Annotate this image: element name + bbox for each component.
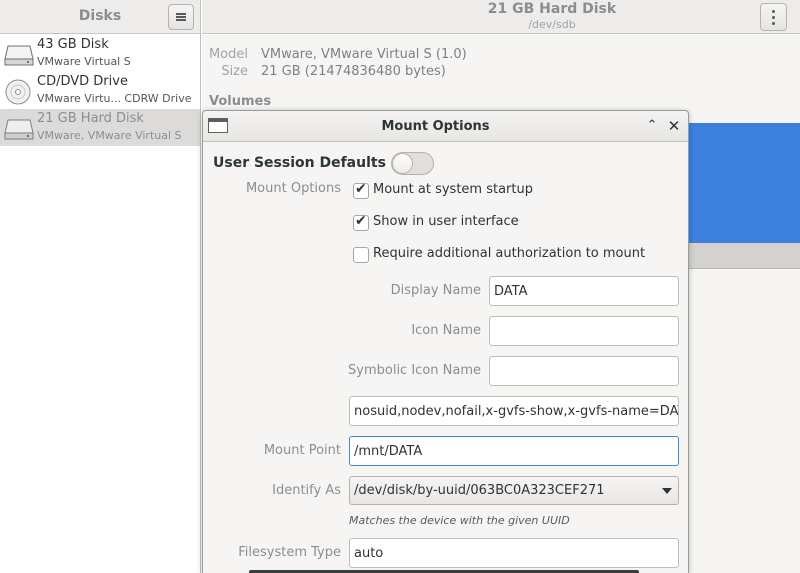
drive-model: VMware, VMware Virtual S	[37, 129, 182, 142]
hard-disk-icon	[4, 45, 34, 66]
identify-as-hint: Matches the device with the given UUID	[349, 514, 570, 527]
model-label: Model	[208, 47, 248, 62]
checkbox-label: Show in user interface	[373, 214, 519, 229]
dialog-title: Mount Options	[381, 119, 490, 134]
size-value: 21 GB (21474836480 bytes)	[261, 64, 446, 79]
drive-menu-button[interactable]	[760, 3, 787, 31]
filesystem-type-label: Filesystem Type	[238, 545, 341, 560]
drive-item-21gb-hard-disk[interactable]: 21 GB Hard Disk VMware, VMware Virtual S	[0, 109, 200, 146]
identify-as-dropdown[interactable]: /dev/disk/by-uuid/063BC0A323CEF271	[349, 476, 679, 505]
identify-as-value: /dev/disk/by-uuid/063BC0A323CEF271	[354, 483, 605, 498]
drive-name: CD/DVD Drive	[37, 74, 128, 89]
display-name-field[interactable]: DATA	[489, 276, 679, 306]
app-menu-button[interactable]	[168, 4, 194, 30]
optical-drive-icon	[5, 79, 31, 105]
mount-options-label: Mount Options	[245, 181, 341, 196]
volume-partition-block[interactable]	[688, 123, 800, 243]
drive-sidebar: Disks 43 GB Disk VMware Virtual S CD/DVD…	[0, 0, 201, 573]
drive-name: 43 GB Disk	[37, 37, 109, 52]
drive-name: 21 GB Hard Disk	[37, 111, 144, 126]
sidebar-header: Disks	[0, 0, 200, 34]
disk-device-path: /dev/sdb	[528, 18, 576, 31]
drive-item-cd-dvd[interactable]: CD/DVD Drive VMware Virtu... CDRW Drive	[0, 72, 200, 109]
main-header: 21 GB Hard Disk /dev/sdb	[202, 0, 800, 34]
checkbox[interactable]	[353, 247, 369, 263]
dropdown-arrow-icon	[662, 488, 672, 494]
user-session-defaults-switch[interactable]	[391, 152, 434, 175]
minimize-button[interactable]: ⌃	[644, 117, 660, 135]
filesystem-type-field[interactable]: auto	[349, 538, 679, 568]
icon-name-field[interactable]	[489, 316, 679, 346]
drive-model: VMware Virtual S	[37, 55, 131, 68]
checkbox[interactable]: ✔	[353, 213, 369, 231]
mount-options-field[interactable]: nosuid,nodev,nofail,x-gvfs-show,x-gvfs-n…	[349, 396, 679, 426]
user-session-defaults-label: User Session Defaults	[213, 155, 386, 171]
symbolic-icon-name-field[interactable]	[489, 356, 679, 386]
hard-disk-icon	[4, 119, 34, 140]
model-value: VMware, VMware Virtual S (1.0)	[261, 47, 467, 62]
close-icon: ✕	[667, 117, 681, 135]
mount-point-field[interactable]: /mnt/DATA	[349, 436, 679, 466]
mount-point-label: Mount Point	[263, 443, 341, 458]
volumes-heading: Volumes	[209, 94, 272, 109]
hamburger-icon	[176, 13, 186, 21]
size-label: Size	[221, 64, 248, 79]
switch-knob	[392, 153, 413, 174]
checkmark-icon: ✔	[355, 213, 367, 229]
symbolic-icon-name-label: Symbolic Icon Name	[348, 363, 481, 378]
checkbox-label: Require additional authorization to moun…	[373, 246, 646, 261]
checkbox-label: Mount at system startup	[373, 182, 533, 197]
mount-options-dialog: Mount Options ⌃ ✕ User Session Defaults …	[202, 110, 689, 573]
display-name-label: Display Name	[390, 283, 481, 298]
close-button[interactable]: ✕	[666, 117, 682, 135]
identify-as-label: Identify As	[272, 483, 341, 498]
volume-free-space[interactable]	[688, 243, 800, 269]
dialog-titlebar[interactable]: Mount Options ⌃ ✕	[203, 111, 688, 142]
drive-item-43gb-disk[interactable]: 43 GB Disk VMware Virtual S	[0, 35, 200, 72]
disk-title: 21 GB Hard Disk	[487, 1, 617, 17]
chevron-up-icon: ⌃	[646, 118, 658, 133]
icon-name-label: Icon Name	[411, 323, 481, 338]
checkbox[interactable]: ✔	[353, 181, 369, 199]
checkmark-icon: ✔	[355, 181, 367, 197]
drive-model: VMware Virtu... CDRW Drive	[37, 92, 192, 105]
